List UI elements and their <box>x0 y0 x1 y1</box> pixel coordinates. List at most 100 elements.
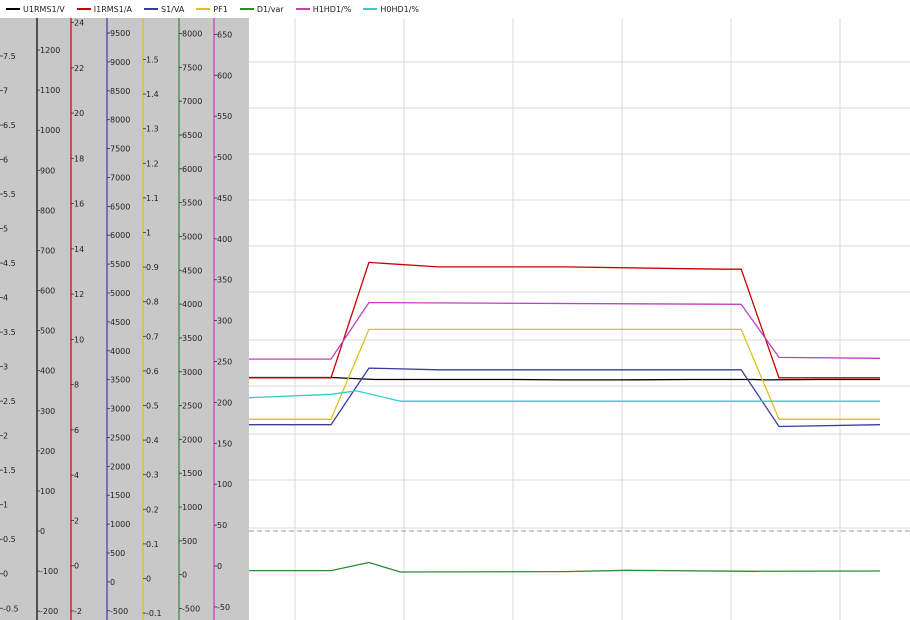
y-axis-tick-label: 6500 <box>110 202 130 211</box>
y-axis-tick-label: 0 <box>110 578 115 587</box>
y-axis-tick-label: 2500 <box>110 433 130 442</box>
y-axis-tick-label: 4000 <box>110 347 130 356</box>
y-axis-tick-label: 7.5 <box>3 52 16 61</box>
y-axis-tick-label: 6000 <box>110 231 130 240</box>
y-axis-tick-label: 0 <box>40 527 45 536</box>
y-axis-tick-label: 0 <box>3 570 8 579</box>
y-axis-tick-label: 2 <box>3 432 8 441</box>
y-axis-tick-label: 2000 <box>182 435 202 444</box>
y-axis-tick-label: 800 <box>40 206 55 215</box>
y-axis-tick-label: 18 <box>74 154 84 163</box>
y-axis-tick-label: 1200 <box>40 46 60 55</box>
y-axis-tick-label: 2500 <box>182 402 202 411</box>
y-axis-tick-label: 700 <box>40 246 55 255</box>
y-axis-tick-label: 600 <box>217 71 232 80</box>
y-axis-tick-label: 20 <box>74 109 84 118</box>
y-axis-tick-label: 150 <box>217 439 232 448</box>
y-axis-tick-label: 1500 <box>110 491 130 500</box>
chart-svg: -200-10001002003004005006007008009001000… <box>0 18 910 620</box>
y-axis-tick-label: 6 <box>74 426 79 435</box>
y-axis-tick-label: 1100 <box>40 86 60 95</box>
y-axis-tick-label: 9500 <box>110 29 130 38</box>
y-axis-tick-label: 0.8 <box>146 298 159 307</box>
y-axis-tick-label: 6 <box>3 156 8 165</box>
y-axis-tick-label: 900 <box>40 166 55 175</box>
y-axis-tick-label: 400 <box>217 235 232 244</box>
y-axis-tick-label: 3.5 <box>3 328 16 337</box>
y-axis-tick-label: 7000 <box>182 97 202 106</box>
y-axis-tick-label: 0.7 <box>146 332 159 341</box>
y-axis-tick-label: 7 <box>3 86 8 95</box>
y-axis-tick-label: 0.1 <box>146 540 159 549</box>
y-axis-tick-label: 550 <box>217 112 232 121</box>
y-axis-tick-label: 3500 <box>110 376 130 385</box>
y-axis-tick-label: 100 <box>40 487 55 496</box>
y-axis-tick-label: -0.1 <box>146 609 162 618</box>
y-axis-tick-label: 5 <box>3 225 8 234</box>
y-axis-tick-label: 4 <box>3 294 8 303</box>
y-axis-tick-label: 10 <box>74 335 84 344</box>
y-axis-tick-label: 500 <box>40 327 55 336</box>
y-axis-tick-label: 7000 <box>110 173 130 182</box>
y-axis-tick-label: 1 <box>146 229 151 238</box>
y-axis-tick-label: 1 <box>3 501 8 510</box>
y-axis-tick-label: 8 <box>74 381 79 390</box>
y-axis-tick-label: -100 <box>40 567 58 576</box>
y-axis-tick-label: 7500 <box>110 145 130 154</box>
y-axis-tick-label: 8500 <box>110 87 130 96</box>
y-axis-tick-label: 9000 <box>110 58 130 67</box>
y-axis-tick-label: 8000 <box>110 116 130 125</box>
y-axis-tick-label: 0.5 <box>146 401 159 410</box>
y-axis-tick-label: 500 <box>182 537 197 546</box>
y-axis-tick-label: 0 <box>182 571 187 580</box>
y-axis-tick-label: 4 <box>74 471 79 480</box>
y-axis-tick-label: 0.5 <box>3 535 16 544</box>
y-axis-tick-label: 2 <box>74 516 79 525</box>
y-axis-tick-label: -0.5 <box>3 604 19 613</box>
y-axis-tick-label: 0 <box>217 562 222 571</box>
y-axis-tick-label: 650 <box>217 30 232 39</box>
y-axis-tick-label: 2.5 <box>3 397 16 406</box>
series-line <box>248 390 880 402</box>
y-axis-tick-label: -200 <box>40 607 58 616</box>
y-axis-tick-label: -2 <box>74 607 82 616</box>
y-axis-tick-label: 450 <box>217 194 232 203</box>
y-axis-tick-label: 0.2 <box>146 505 159 514</box>
y-axis-tick-label: 4000 <box>182 300 202 309</box>
y-axis-tick-label: 200 <box>40 447 55 456</box>
y-axis-tick-label: 3000 <box>182 368 202 377</box>
y-axis-tick-label: 1.2 <box>146 159 159 168</box>
y-axis-tick-label: 0 <box>146 574 151 583</box>
y-axis-tick-label: 200 <box>217 398 232 407</box>
y-axis-tick-label: 3000 <box>110 405 130 414</box>
y-axis-tick-label: 1000 <box>182 503 202 512</box>
y-axis-tick-label: 1.1 <box>146 194 159 203</box>
y-axis-tick-label: 0.9 <box>146 263 159 272</box>
y-axis-tick-label: 350 <box>217 276 232 285</box>
y-axis-tick-label: 0.6 <box>146 367 159 376</box>
y-axis-tick-label: 500 <box>110 549 125 558</box>
y-axis-tick-label: 7500 <box>182 63 202 72</box>
y-axis-tick-label: 6500 <box>182 131 202 140</box>
y-axis-tick-label: 1000 <box>110 520 130 529</box>
y-axis-tick-label: 1.3 <box>146 125 159 134</box>
y-axis-tick-label: -500 <box>110 607 128 616</box>
y-axis-tick-label: 0.3 <box>146 471 159 480</box>
y-axis-tick-label: 5000 <box>182 232 202 241</box>
y-axis-tick-label: 1.5 <box>3 466 16 475</box>
y-axis-tick-label: 6.5 <box>3 121 16 130</box>
series-line <box>249 561 881 573</box>
y-axis-tick-label: 300 <box>40 407 55 416</box>
y-axis-tick-label: 5000 <box>110 289 130 298</box>
y-axis-tick-label: 3 <box>3 363 8 372</box>
y-axis-tick-label: 8000 <box>182 30 202 39</box>
y-axis-tick-label: 0.4 <box>146 436 159 445</box>
y-axis-tick-label: 50 <box>217 521 227 530</box>
y-axis-tick-label: 22 <box>74 64 84 73</box>
y-axis-tick-label: 16 <box>74 200 84 209</box>
y-axis-tick-label: 4.5 <box>3 259 16 268</box>
y-axis-tick-label: 3500 <box>182 334 202 343</box>
y-axis-tick-label: 5.5 <box>3 190 16 199</box>
y-axis-tick-label: 5500 <box>182 199 202 208</box>
y-axis-tick-label: 24 <box>74 19 84 28</box>
